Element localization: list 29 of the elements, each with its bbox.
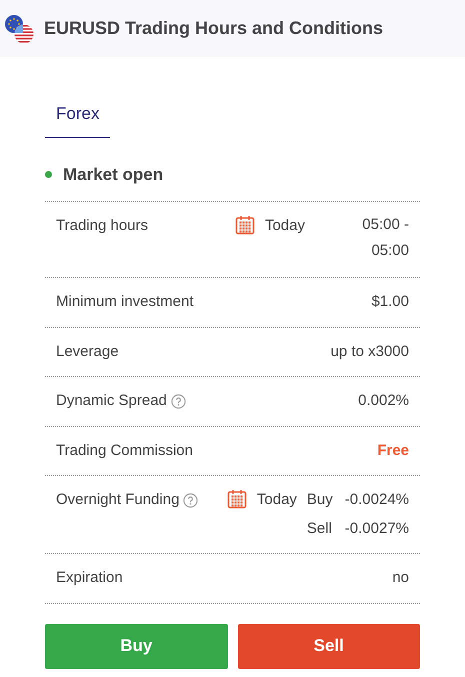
row-value: 05:00 - 05:00 (361, 215, 409, 261)
row-value: $1.00 (371, 292, 409, 312)
side-label: Buy (306, 490, 333, 510)
row-value: -0.0027% (344, 518, 409, 538)
day-label: Today (256, 490, 297, 510)
day-label: Today (264, 216, 305, 236)
help-icon[interactable] (170, 394, 186, 409)
help-icon[interactable] (183, 492, 198, 508)
page-title: EURUSD Trading Hours and Conditions (44, 17, 384, 40)
row-value: no (392, 568, 409, 588)
row-label: Overnight Funding (56, 490, 180, 510)
market-status: Market open (63, 164, 164, 186)
sell-button[interactable]: Sell (238, 624, 420, 668)
row-value: up to x3000 (330, 342, 409, 362)
buy-button[interactable]: Buy (45, 624, 228, 668)
flags-icon (4, 14, 34, 44)
row-label: Trading Commission (56, 440, 193, 460)
row-label: Dynamic Spread (56, 391, 167, 411)
tab[interactable]: Forex (45, 101, 110, 138)
calendar-icon (234, 215, 255, 235)
row-value: Free (377, 440, 409, 460)
side-label: Sell (306, 518, 332, 538)
row-label: Leverage (56, 342, 119, 362)
row-value: -0.0024% (344, 490, 409, 510)
row-value: 0.002% (358, 391, 409, 411)
row-label: Expiration (56, 568, 123, 588)
calendar-icon (226, 489, 247, 509)
row-label: Minimum investment (56, 292, 194, 312)
row-label: Trading hours (56, 216, 148, 236)
